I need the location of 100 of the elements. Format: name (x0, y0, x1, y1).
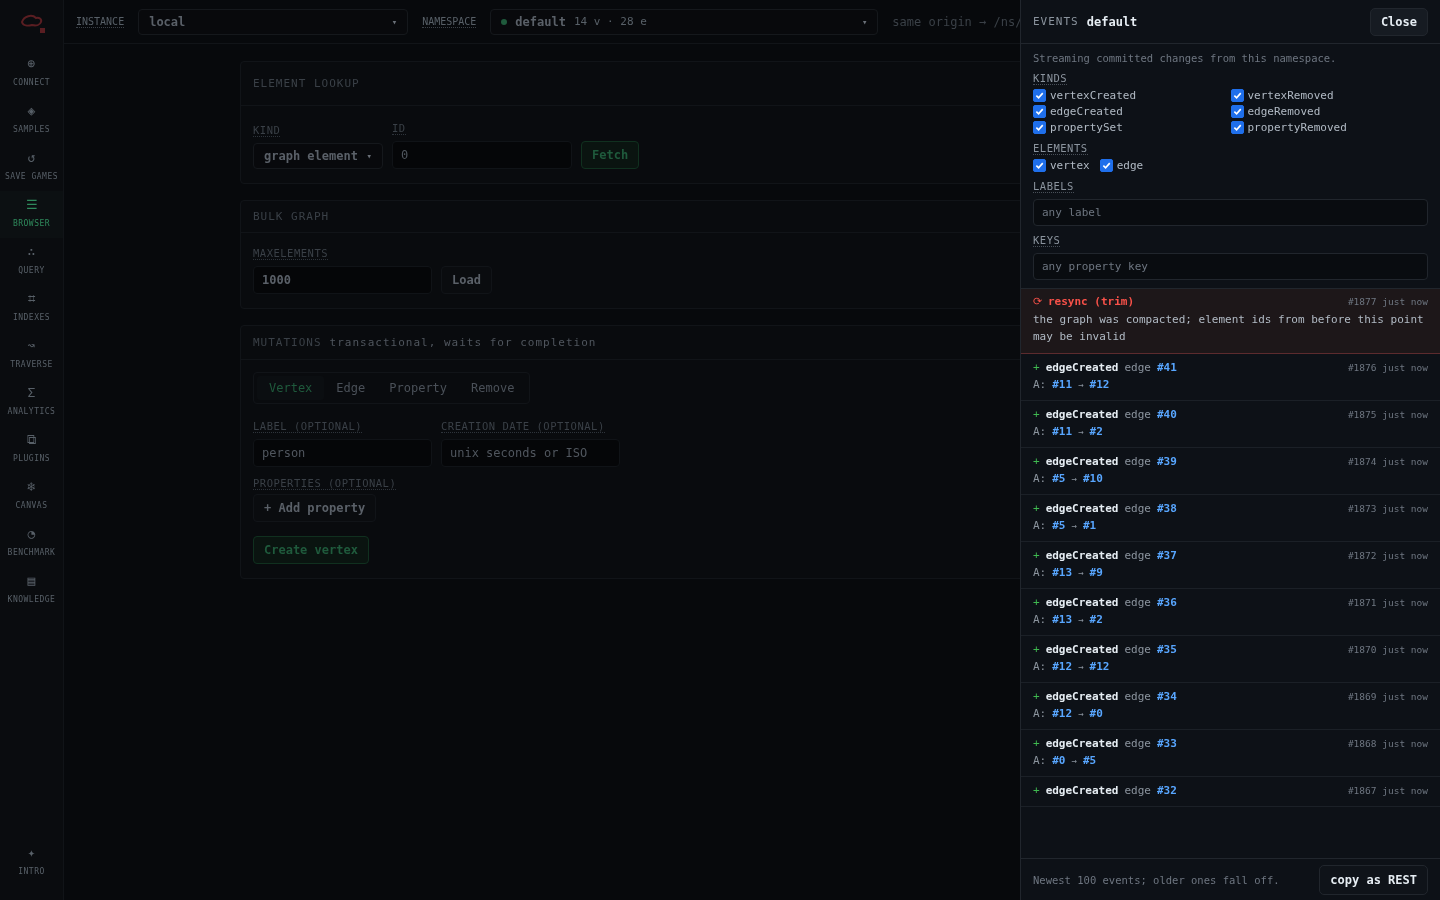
plus-sign: + (1033, 408, 1040, 421)
vertex-id[interactable]: #0 (1052, 754, 1066, 767)
event-meta: #1872 just now (1347, 550, 1428, 561)
namespace-select[interactable]: default 14 v · 28 e ▾ (490, 8, 879, 35)
checkbox[interactable] (1033, 89, 1046, 102)
plus-sign: + (1033, 596, 1040, 609)
property-label: A: (1033, 472, 1047, 485)
check-icon (1035, 161, 1044, 170)
kind-select[interactable]: graph element ▾ (253, 143, 383, 169)
element-id[interactable]: #38 (1157, 502, 1177, 515)
element-type: edge (1124, 549, 1151, 562)
vertex-id[interactable]: #2 (1089, 613, 1103, 626)
event-type: edgeCreated (1045, 455, 1119, 468)
element-id[interactable]: #32 (1157, 784, 1177, 797)
event-meta: #1874 just now (1347, 456, 1428, 467)
checkbox[interactable] (1230, 105, 1244, 118)
checkbox-label[interactable]: vertexRemoved (1247, 89, 1334, 102)
element-type: edge (1124, 643, 1151, 656)
status-dot (501, 18, 508, 25)
footer-note: Newest 100 events; older ones fall off. (1033, 873, 1280, 886)
event-type: edgeCreated (1045, 643, 1119, 656)
vertex-id[interactable]: #5 (1052, 519, 1066, 532)
event-type: edgeCreated (1045, 690, 1119, 703)
element-id[interactable]: #37 (1157, 549, 1177, 562)
checkbox[interactable] (1230, 89, 1244, 102)
vertex-id[interactable]: #12 (1089, 378, 1110, 391)
element-id[interactable]: #41 (1157, 361, 1177, 374)
vertex-id[interactable]: #13 (1052, 566, 1073, 579)
checkbox-label[interactable]: propertyRemoved (1247, 121, 1347, 134)
vertex-id[interactable]: #12 (1052, 707, 1073, 720)
element-id[interactable]: #36 (1157, 596, 1177, 609)
checkbox-label[interactable]: vertexCreated (1050, 89, 1137, 102)
drawer-description: Streaming committed changes from this namespace. (1033, 52, 1338, 64)
labels-field[interactable]: any label (1033, 199, 1428, 226)
vertex-id[interactable]: #12 (1089, 660, 1110, 673)
element-id[interactable]: #34 (1157, 690, 1177, 703)
element-id[interactable]: #33 (1157, 737, 1177, 750)
element-type: edge (1124, 784, 1151, 797)
event-meta: #1875 just now (1347, 409, 1428, 420)
checkbox[interactable] (1033, 159, 1046, 172)
vertex-id[interactable]: #5 (1082, 754, 1097, 767)
property-label: A: (1033, 425, 1047, 438)
vertex-id[interactable]: #2 (1089, 425, 1103, 438)
close-button[interactable]: Close (1369, 7, 1428, 36)
element-id[interactable]: #40 (1157, 408, 1177, 421)
checkbox[interactable] (1230, 121, 1244, 134)
checkbox[interactable] (1099, 159, 1113, 172)
field-label: CREATION DATE (OPTIONAL) (441, 420, 605, 433)
vertex-id[interactable]: #13 (1052, 613, 1073, 626)
id-field[interactable]: 0 (392, 141, 572, 169)
event-type: edgeCreated (1045, 502, 1119, 515)
vertex-id[interactable]: #10 (1082, 472, 1103, 485)
element-type: edge (1124, 690, 1151, 703)
property-label: A: (1033, 378, 1047, 391)
event-meta: #1876 just now (1347, 362, 1428, 373)
nav-item[interactable]: ☰ BROWSER (0, 191, 63, 238)
plus-sign: + (1033, 361, 1040, 374)
element-id[interactable]: #35 (1157, 643, 1177, 656)
plus-sign: + (1033, 737, 1040, 750)
panel-title: BULK GRAPH (253, 210, 330, 223)
property-label: A: (1033, 660, 1047, 673)
plus-sign: + (1033, 455, 1040, 468)
copy-rest-button[interactable]: copy as REST (1319, 864, 1428, 895)
filter-label: KEYS (1033, 234, 1061, 247)
instance-select[interactable]: local ▾ (138, 8, 409, 35)
checkbox[interactable] (1033, 105, 1046, 118)
keys-field[interactable]: any property key (1033, 253, 1428, 280)
checkbox[interactable] (1033, 121, 1046, 134)
field-label: INSTANCE (76, 15, 125, 28)
filter-label: KINDS (1033, 72, 1068, 85)
plus-sign: + (1033, 690, 1040, 703)
checkbox-label[interactable]: edge (1116, 159, 1144, 172)
checkbox-label[interactable]: propertySet (1050, 121, 1123, 134)
event-meta: #1867 just now (1347, 785, 1428, 796)
vertex-id[interactable]: #5 (1052, 472, 1066, 485)
event-meta: #1868 just now (1347, 738, 1428, 749)
vertex-id[interactable]: #11 (1052, 425, 1073, 438)
date-field[interactable]: unix seconds or ISO (441, 439, 620, 467)
field-label: ID (392, 122, 406, 135)
vertex-id[interactable]: #11 (1052, 378, 1073, 391)
arrow-glyph: → (1078, 614, 1084, 625)
field-label: MAXELEMENTS (253, 247, 329, 260)
label-field[interactable]: person (253, 439, 432, 467)
event-type: edgeCreated (1045, 408, 1119, 421)
element-id[interactable]: #39 (1157, 455, 1177, 468)
checkbox-label[interactable]: edgeCreated (1050, 105, 1123, 118)
namespace-name: default (1086, 14, 1138, 29)
vertex-id[interactable]: #9 (1089, 566, 1103, 579)
arrow-glyph: → (1078, 379, 1084, 390)
checkbox-label[interactable]: edgeRemoved (1247, 105, 1321, 118)
field-label: PROPERTIES (OPTIONAL) (253, 477, 397, 490)
event-meta: #1870 just now (1347, 644, 1428, 655)
checkbox-label[interactable]: vertex (1050, 159, 1090, 172)
vertex-id[interactable]: #12 (1052, 660, 1073, 673)
panel-title: ELEMENT LOOKUP (253, 77, 360, 90)
vertex-id[interactable]: #1 (1082, 519, 1097, 532)
property-label: A: (1033, 566, 1047, 579)
event-type: edgeCreated (1045, 596, 1119, 609)
event-type: edgeCreated (1045, 737, 1119, 750)
vertex-id[interactable]: #0 (1089, 707, 1103, 720)
